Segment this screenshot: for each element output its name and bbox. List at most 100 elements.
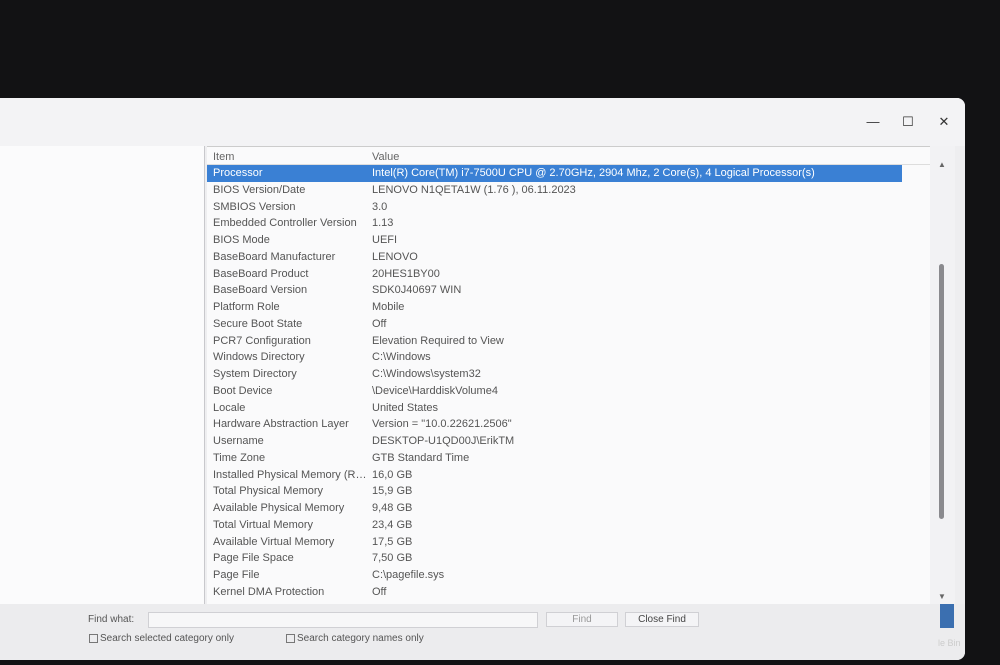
row-value: 16,0 GB xyxy=(372,468,413,481)
table-row[interactable]: BaseBoard Manufacturer LENOVO xyxy=(207,249,930,266)
row-item: Processor xyxy=(213,167,263,179)
row-value: Intel(R) Core(TM) i7-7500U CPU @ 2.70GHz… xyxy=(372,167,815,179)
row-value: Off xyxy=(372,585,387,598)
close-button[interactable]: ✕ xyxy=(929,112,959,132)
row-value: 17,5 GB xyxy=(372,535,413,548)
row-item: Username xyxy=(213,435,264,447)
table-row[interactable]: BaseBoard Version SDK0J40697 WIN xyxy=(207,282,930,299)
row-value: Elevation Required to View xyxy=(372,334,504,347)
row-value: 20HES1BY00 xyxy=(372,267,440,280)
row-value: C:\Windows\system32 xyxy=(372,368,481,380)
find-what-input[interactable] xyxy=(148,612,538,628)
table-row[interactable]: Windows Directory C:\Windows xyxy=(207,349,930,366)
close-find-button[interactable]: Close Find xyxy=(625,612,699,627)
table-row[interactable]: Secure Boot State Off xyxy=(207,316,930,333)
row-value: 15,9 GB xyxy=(372,485,413,498)
find-button[interactable]: Find xyxy=(546,612,618,627)
row-item: Kernel DMA Protection xyxy=(213,585,325,598)
table-row[interactable]: BaseBoard Product 20HES1BY00 xyxy=(207,266,930,283)
row-value: 1.13 xyxy=(372,217,394,230)
row-value: SDK0J40697 WIN xyxy=(372,284,462,297)
row-value: United States xyxy=(372,401,439,414)
row-item: Embedded Controller Version xyxy=(213,217,357,230)
search-selected-category-label: Search selected category only xyxy=(100,633,234,644)
row-value: C:\Windows xyxy=(372,351,431,364)
scroll-thumb[interactable] xyxy=(939,264,944,519)
scroll-up-arrow-icon[interactable]: ▲ xyxy=(938,160,946,169)
system-information-window: — ☐ ✕ Item Value Processor Intel(R) Core(… xyxy=(0,98,965,660)
table-row[interactable]: System Directory C:\Windows\system32 xyxy=(207,366,930,383)
row-value: Mobile xyxy=(372,301,405,313)
row-item: Platform Role xyxy=(213,301,280,313)
row-value: \Device\HarddiskVolume4 xyxy=(372,384,498,397)
row-item: Secure Boot State xyxy=(213,317,303,330)
row-item: Time Zone xyxy=(213,451,266,464)
row-value: Off xyxy=(372,317,387,330)
search-category-names-label: Search category names only xyxy=(297,633,424,644)
recycle-bin-icon[interactable] xyxy=(940,604,954,628)
table-row[interactable]: Available Physical Memory 9,48 GB xyxy=(207,500,930,517)
row-item: Available Virtual Memory xyxy=(213,535,335,548)
maximize-button[interactable]: ☐ xyxy=(893,112,923,132)
row-item: Windows Directory xyxy=(213,351,305,364)
table-row[interactable]: Time Zone GTB Standard Time xyxy=(207,450,930,467)
table-row[interactable]: Available Virtual Memory 17,5 GB xyxy=(207,534,930,551)
table-row[interactable]: Total Physical Memory 15,9 GB xyxy=(207,483,930,500)
table-row[interactable]: Processor Intel(R) Core(TM) i7-7500U CPU … xyxy=(207,165,902,182)
table-row[interactable]: Embedded Controller Version 1.13 xyxy=(207,215,930,232)
scroll-down-arrow-icon[interactable]: ▼ xyxy=(938,592,946,601)
row-item: Total Physical Memory xyxy=(213,485,324,498)
row-value: UEFI xyxy=(372,234,398,246)
row-item: Total Virtual Memory xyxy=(213,518,314,531)
table-row[interactable]: Installed Physical Memory (RA... 16,0 GB xyxy=(207,467,930,484)
table-row[interactable]: Locale United States xyxy=(207,400,930,417)
row-item: Boot Device xyxy=(213,384,273,397)
row-value: 3.0 xyxy=(372,200,388,213)
row-item: BaseBoard Product xyxy=(213,267,309,280)
row-item: Page File xyxy=(213,569,260,581)
column-header-item[interactable]: Item xyxy=(213,151,234,163)
recycle-bin-label: le Bin xyxy=(938,638,961,648)
row-item: BaseBoard Version xyxy=(213,284,308,297)
details-list[interactable]: Item Value Processor Intel(R) Core(TM) i7… xyxy=(207,146,930,604)
row-item: SMBIOS Version xyxy=(213,200,296,213)
minimize-button[interactable]: — xyxy=(858,112,888,132)
row-value: 23,4 GB xyxy=(372,518,413,531)
table-row[interactable]: Kernel DMA Protection Off xyxy=(207,584,930,601)
table-row[interactable]: BIOS Mode UEFI xyxy=(207,232,930,249)
table-row[interactable]: Boot Device \Device\HarddiskVolume4 xyxy=(207,383,930,400)
category-tree[interactable] xyxy=(0,146,205,604)
table-row[interactable]: Platform Role Mobile xyxy=(207,299,930,316)
search-selected-category-checkbox[interactable] xyxy=(89,634,98,643)
row-item: BIOS Version/Date xyxy=(213,183,306,196)
row-value: DESKTOP-U1QD00J\ErikTM xyxy=(372,435,515,447)
row-value: C:\pagefile.sys xyxy=(372,569,445,581)
column-header-value[interactable]: Value xyxy=(372,151,399,163)
row-value: LENOVO N1QETA1W (1.76 ), 06.11.2023 xyxy=(372,183,576,196)
row-item: Page File Space xyxy=(213,552,294,565)
table-row[interactable]: BIOS Version/Date LENOVO N1QETA1W (1.76 )… xyxy=(207,182,930,199)
row-item: Available Physical Memory xyxy=(213,502,345,514)
row-item: PCR7 Configuration xyxy=(213,334,311,347)
row-item: BaseBoard Manufacturer xyxy=(213,250,336,263)
row-item: Locale xyxy=(213,401,246,414)
title-bar: — ☐ ✕ xyxy=(0,98,965,146)
vertical-scrollbar[interactable]: ▲ ▼ xyxy=(930,146,955,604)
find-what-label: Find what: xyxy=(88,614,135,625)
row-value: Version = "10.0.22621.2506" xyxy=(372,418,512,431)
table-row[interactable]: Total Virtual Memory 23,4 GB xyxy=(207,517,930,534)
table-row[interactable]: Page File Space 7,50 GB xyxy=(207,550,930,567)
row-item: Installed Physical Memory (RA... xyxy=(213,468,368,481)
table-row[interactable]: SMBIOS Version 3.0 xyxy=(207,199,930,216)
find-bar: Find what: Find Close Find Search select… xyxy=(0,604,965,660)
table-row[interactable]: PCR7 Configuration Elevation Required to … xyxy=(207,333,930,350)
row-value: GTB Standard Time xyxy=(372,451,470,464)
row-value: 9,48 GB xyxy=(372,502,413,514)
search-category-names-checkbox[interactable] xyxy=(286,634,295,643)
row-value: 7,50 GB xyxy=(372,552,413,565)
list-header: Item Value xyxy=(207,147,930,165)
table-row[interactable]: Page File C:\pagefile.sys xyxy=(207,567,930,584)
table-row[interactable]: Username DESKTOP-U1QD00J\ErikTM xyxy=(207,433,930,450)
row-item: BIOS Mode xyxy=(213,234,270,246)
table-row[interactable]: Hardware Abstraction Layer Version = "10.… xyxy=(207,416,930,433)
